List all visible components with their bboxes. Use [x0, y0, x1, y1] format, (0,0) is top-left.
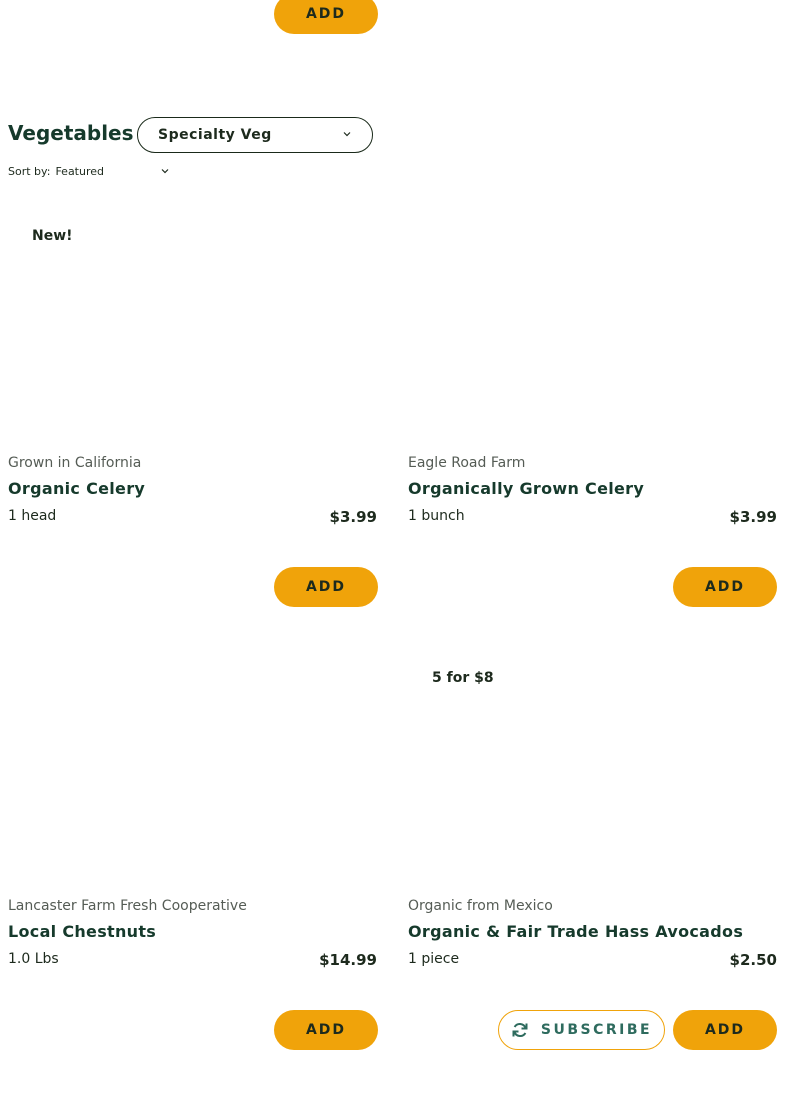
- section-title: Vegetables: [8, 121, 134, 145]
- add-button[interactable]: ADD: [274, 1010, 378, 1050]
- category-select-value: Specialty Veg: [158, 127, 272, 143]
- product-name[interactable]: Organically Grown Celery: [408, 479, 644, 498]
- product-farm: Lancaster Farm Fresh Cooperative: [8, 898, 247, 914]
- product-name[interactable]: Local Chestnuts: [8, 922, 156, 941]
- product-badge: New!: [32, 228, 73, 244]
- product-unit: 1 piece: [408, 951, 460, 967]
- sort-value: Featured: [55, 164, 105, 178]
- sort-select[interactable]: Sort by: Featured: [8, 162, 170, 180]
- product-badge: 5 for $8: [432, 670, 494, 686]
- product-name[interactable]: Organic Celery: [8, 479, 145, 498]
- product-price: $14.99: [319, 951, 377, 969]
- add-button-top[interactable]: ADD: [274, 0, 378, 34]
- product-unit: 1 bunch: [408, 508, 465, 524]
- product-unit: 1.0 Lbs: [8, 951, 59, 967]
- product-price: $3.99: [729, 508, 777, 526]
- product-price: $3.99: [329, 508, 377, 526]
- add-button[interactable]: ADD: [673, 1010, 777, 1050]
- sort-label: Sort by:: [8, 164, 51, 178]
- product-farm: Organic from Mexico: [408, 898, 553, 914]
- product-farm: Grown in California: [8, 455, 142, 471]
- chevron-down-icon: [161, 169, 169, 174]
- add-button[interactable]: ADD: [274, 567, 378, 607]
- product-unit: 1 head: [8, 508, 57, 524]
- chevron-down-icon: [343, 132, 351, 137]
- category-select[interactable]: Specialty Veg: [137, 117, 373, 153]
- subscribe-label: SUBSCRIBE: [540, 1022, 653, 1038]
- subscribe-button[interactable]: SUBSCRIBE: [498, 1010, 665, 1050]
- product-farm: Eagle Road Farm: [408, 455, 526, 471]
- product-name[interactable]: Organic & Fair Trade Hass Avocados: [408, 922, 743, 941]
- add-button[interactable]: ADD: [673, 567, 777, 607]
- product-price: $2.50: [729, 951, 777, 969]
- refresh-icon: [512, 1022, 528, 1038]
